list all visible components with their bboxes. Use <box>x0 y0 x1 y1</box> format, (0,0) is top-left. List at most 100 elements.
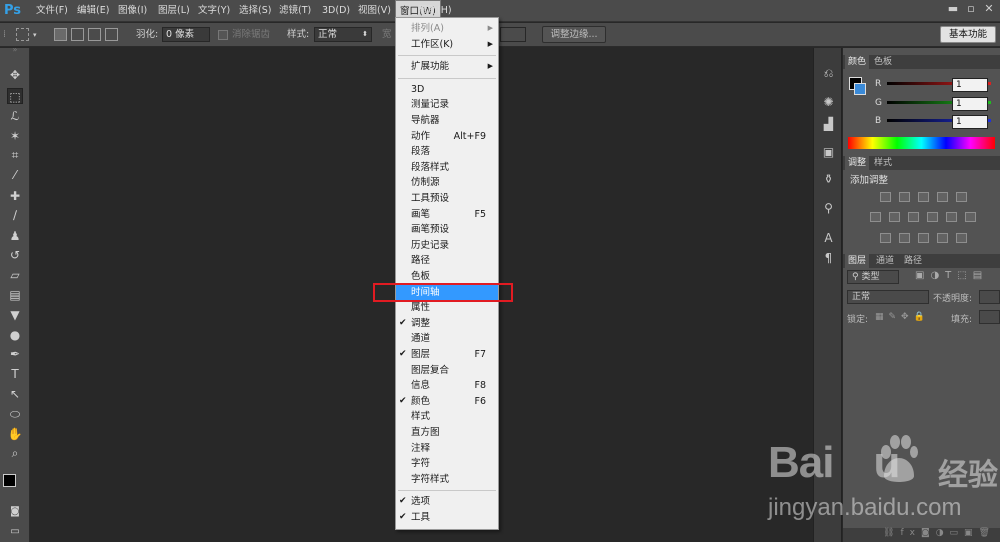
window-menu-item[interactable]: 测量记录 <box>396 97 498 113</box>
tab-adjustments[interactable]: 调整 <box>845 156 870 170</box>
bg-color-chip[interactable] <box>854 83 866 95</box>
window-menu-item[interactable]: 属性 <box>396 300 498 316</box>
red-input[interactable]: 1 <box>952 78 988 92</box>
new-selection-icon[interactable] <box>54 28 67 41</box>
crop-tool[interactable]: ⌗ <box>7 147 23 163</box>
hue-sat-icon[interactable] <box>870 212 881 222</box>
window-menu-item[interactable]: 历史记录 <box>396 238 498 254</box>
color-spectrum[interactable] <box>848 137 995 149</box>
zoom-tool[interactable]: ⌕ <box>7 445 23 461</box>
opacity-input[interactable] <box>979 290 1000 304</box>
curves-icon[interactable] <box>918 192 929 202</box>
menu-select[interactable]: 选择(S) <box>235 0 275 22</box>
window-menu-item[interactable]: 扩展功能 ▶ <box>396 59 498 75</box>
window-menu-item[interactable]: 信息 F8 <box>396 378 498 394</box>
window-menu-item[interactable]: 工作区(K) ▶ <box>396 37 498 53</box>
invert-icon[interactable] <box>880 233 891 243</box>
window-menu-item[interactable]: 排列(A) ▶ <box>396 21 498 37</box>
window-menu-item[interactable]: 注释 <box>396 441 498 457</box>
move-tool[interactable]: ✥ <box>7 67 23 83</box>
color-lookup-icon[interactable] <box>965 212 976 222</box>
close-icon[interactable]: ✕ <box>982 2 996 16</box>
window-menu-item[interactable]: 画笔 F5 <box>396 207 498 223</box>
clone-source-icon[interactable]: ⚱ <box>820 171 837 188</box>
rect-marquee-tool[interactable]: ⬚ <box>7 88 23 104</box>
brush-tool[interactable]: ∕ <box>7 207 23 223</box>
history-brush-tool[interactable]: ↺ <box>7 247 23 263</box>
hand-tool[interactable]: ✋ <box>7 426 23 442</box>
window-menu-item[interactable]: ✔ 选项 <box>396 494 498 510</box>
ellipse-tool[interactable]: ⬭ <box>7 406 23 422</box>
selective-color-icon[interactable] <box>956 233 967 243</box>
antialias-checkbox[interactable] <box>218 30 228 40</box>
window-menu-item[interactable]: 样式 <box>396 409 498 425</box>
screen-mode-icon[interactable]: ▭ <box>7 524 23 540</box>
height-input[interactable] <box>500 27 526 42</box>
subtract-selection-icon[interactable] <box>88 28 101 41</box>
blur-tool[interactable]: ▼ <box>7 307 23 323</box>
tab-swatches[interactable]: 色板 <box>871 55 895 69</box>
exposure-icon[interactable] <box>937 192 948 202</box>
add-selection-icon[interactable] <box>71 28 84 41</box>
threshold-icon[interactable] <box>918 233 929 243</box>
photo-filter-icon[interactable] <box>927 212 938 222</box>
menu-view[interactable]: 视图(V) <box>354 0 395 22</box>
fill-input[interactable] <box>979 310 1000 324</box>
window-menu-item[interactable]: 仿制源 <box>396 175 498 191</box>
lasso-tool[interactable]: ℒ <box>7 108 23 124</box>
marquee-preset-icon[interactable] <box>16 28 29 41</box>
green-input[interactable]: 1 <box>952 97 988 111</box>
window-menu-item[interactable]: 画笔预设 <box>396 222 498 238</box>
layer-filter-select[interactable]: ⚲ 类型 <box>847 270 899 284</box>
window-menu-item[interactable]: 路径 <box>396 253 498 269</box>
paragraph-icon[interactable]: ¶ <box>820 250 837 267</box>
chevron-down-icon[interactable]: ▾ <box>33 27 37 43</box>
menu-3d[interactable]: 3D(D) <box>318 0 354 22</box>
window-menu-item[interactable]: 图层复合 <box>396 363 498 379</box>
workspace-button[interactable]: 基本功能 <box>940 26 996 43</box>
bw-icon[interactable] <box>908 212 919 222</box>
window-menu-item[interactable]: 字符样式 <box>396 472 498 488</box>
character-icon[interactable]: A <box>820 230 837 247</box>
style-select[interactable]: 正常 ⬍ <box>314 27 372 42</box>
window-menu-item[interactable]: ✔ 调整 <box>396 316 498 332</box>
menu-file[interactable]: 文件(F) <box>32 0 72 22</box>
menu-filter[interactable]: 滤镜(T) <box>275 0 315 22</box>
brush-preset-icon[interactable]: ▣ <box>820 144 837 161</box>
clone-stamp-tool[interactable]: ♟ <box>7 228 23 244</box>
window-menu-item[interactable]: ✔ 颜色 F6 <box>396 394 498 410</box>
dodge-tool[interactable]: ● <box>7 327 23 343</box>
path-select-tool[interactable]: ↖ <box>7 386 23 402</box>
foreground-color-swatch[interactable] <box>3 474 16 487</box>
window-menu-item[interactable]: 3D <box>396 82 498 98</box>
window-menu-item[interactable]: 动作 Alt+F9 <box>396 129 498 145</box>
posterize-icon[interactable] <box>899 233 910 243</box>
window-menu-item[interactable]: 段落 <box>396 144 498 160</box>
tab-layers[interactable]: 图层 <box>845 254 870 268</box>
eraser-tool[interactable]: ▱ <box>7 267 23 283</box>
window-menu-item[interactable]: ✔ 图层 F7 <box>396 347 498 363</box>
lock-icons[interactable]: ▦✎✥🔒 <box>875 312 930 322</box>
intersect-selection-icon[interactable] <box>105 28 118 41</box>
brightness-icon[interactable] <box>880 192 891 202</box>
eyedropper-tool[interactable]: ⁄ <box>7 167 23 183</box>
menu-image[interactable]: 图像(I) <box>114 0 151 22</box>
tab-color[interactable]: 颜色 <box>845 55 870 69</box>
window-menu-item[interactable]: 工具预设 <box>396 191 498 207</box>
gradient-tool[interactable]: ▤ <box>7 287 23 303</box>
tab-paths[interactable]: 路径 <box>901 254 925 268</box>
window-menu-item[interactable]: 导航器 <box>396 113 498 129</box>
menu-layer[interactable]: 图层(L) <box>154 0 194 22</box>
info-icon[interactable]: ✺ <box>820 94 837 111</box>
vibrance-icon[interactable] <box>956 192 967 202</box>
window-menu-item[interactable]: 段落样式 <box>396 160 498 176</box>
blend-mode-select[interactable]: 正常 <box>847 290 929 304</box>
channel-mixer-icon[interactable] <box>946 212 957 222</box>
healing-brush-tool[interactable]: ✚ <box>7 188 23 204</box>
blue-input[interactable]: 1 <box>952 115 988 129</box>
gradient-map-icon[interactable] <box>937 233 948 243</box>
window-menu-item[interactable]: 字符 <box>396 456 498 472</box>
tab-channels[interactable]: 通道 <box>873 254 897 268</box>
quick-select-tool[interactable]: ✶ <box>7 128 23 144</box>
layer-filter-icons[interactable]: ▣◑T⬚▤ <box>915 270 988 281</box>
